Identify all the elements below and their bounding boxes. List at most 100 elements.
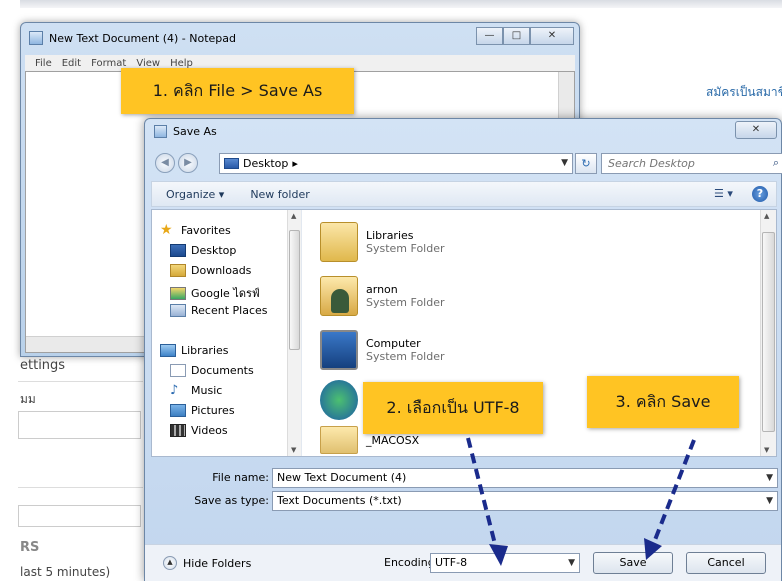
file-name: arnon (366, 283, 398, 296)
nav-item-desktop[interactable]: Desktop (170, 244, 236, 257)
file-name-input[interactable]: New Text Document (4) ▼ (272, 468, 778, 488)
nav-label: Google ไดรฟ์ (191, 287, 260, 300)
register-link[interactable]: สมัครเป็นสมาชิก (706, 83, 782, 102)
browser-edge (20, 0, 782, 8)
libraries-folder-icon (320, 222, 358, 262)
back-button[interactable]: ◀ (155, 153, 175, 173)
google-drive-icon (170, 286, 186, 300)
desktop-icon (170, 244, 186, 257)
chevron-up-icon: ▲ (163, 556, 177, 570)
nav-label: Documents (191, 364, 254, 377)
dialog-toolbar: Organize ▾ New folder ☰ ▾ ? (151, 181, 777, 207)
nav-favorites[interactable]: ★ Favorites (160, 223, 231, 237)
menu-file[interactable]: File (35, 58, 52, 69)
scroll-thumb[interactable] (762, 232, 775, 432)
chevron-down-icon[interactable]: ▼ (568, 554, 575, 572)
maximize-button[interactable]: □ (503, 27, 530, 45)
nav-item-downloads[interactable]: Downloads (170, 264, 251, 277)
downloads-icon (170, 264, 186, 277)
scroll-up-icon[interactable]: ▲ (291, 212, 296, 220)
dialog-icon (154, 125, 167, 138)
address-separator[interactable]: ▸ (292, 157, 298, 170)
pictures-icon (170, 404, 186, 417)
background-input[interactable] (18, 411, 141, 439)
menu-view[interactable]: View (136, 58, 160, 69)
desktop-folder-icon (224, 158, 239, 169)
search-input[interactable] (602, 154, 752, 173)
file-item-computer[interactable]: Computer System Folder (320, 330, 445, 370)
scroll-down-icon[interactable]: ▼ (764, 446, 769, 454)
nav-scrollbar[interactable]: ▲ ▼ (287, 210, 301, 456)
menu-edit[interactable]: Edit (62, 58, 81, 69)
file-type: System Folder (366, 296, 445, 309)
background-input[interactable] (18, 505, 141, 527)
dialog-footer: ▲ Hide Folders Encoding: UTF-8 ▼ Save Ca… (145, 544, 781, 581)
save-type-label: Save as type: (194, 494, 269, 507)
window-controls: — □ ✕ (476, 27, 574, 45)
view-options-icon[interactable]: ☰ ▾ (714, 187, 738, 203)
nav-item-videos[interactable]: Videos (170, 424, 228, 437)
nav-label: Favorites (181, 224, 231, 237)
time-text: last 5 minutes) (20, 565, 111, 579)
settings-text: ettings (20, 358, 66, 373)
refresh-button[interactable]: ↻ (575, 153, 597, 174)
menu-help[interactable]: Help (170, 58, 193, 69)
callout-text: 1. คลิก File > Save As (152, 81, 323, 100)
close-button[interactable]: ✕ (530, 27, 574, 45)
cancel-button[interactable]: Cancel (686, 552, 766, 574)
search-icon[interactable]: ⌕ (773, 156, 779, 170)
nav-item-recent-places[interactable]: Recent Places (170, 304, 268, 317)
nav-libraries[interactable]: Libraries (160, 344, 229, 357)
hide-folders-button[interactable]: ▲ Hide Folders (163, 556, 251, 570)
new-folder-button[interactable]: New folder (250, 188, 309, 201)
help-icon[interactable]: ? (752, 186, 768, 202)
file-list-scrollbar[interactable]: ▲ ▼ (760, 210, 776, 456)
file-name-label: File name: (212, 471, 269, 484)
videos-icon (170, 424, 186, 437)
thai-label: มม (20, 392, 36, 406)
dialog-close-button[interactable]: ✕ (735, 121, 777, 139)
nav-label: Music (191, 384, 223, 397)
callout-step-2: 2. เลือกเป็น UTF-8 (363, 382, 543, 434)
chevron-down-icon[interactable]: ▼ (561, 158, 568, 168)
chevron-down-icon[interactable]: ▼ (766, 469, 773, 487)
file-name-value[interactable]: New Text Document (4) (277, 471, 406, 484)
file-item-arnon[interactable]: arnon System Folder (320, 276, 445, 316)
encoding-select[interactable]: UTF-8 ▼ (430, 553, 580, 573)
search-box[interactable]: ⌕ (601, 153, 782, 174)
dialog-title: Save As (173, 125, 217, 138)
file-item-network[interactable] (320, 380, 358, 420)
minimize-button[interactable]: — (476, 27, 503, 45)
nav-label: Desktop (191, 244, 237, 257)
nav-item-google-drive[interactable]: Google ไดรฟ์ (170, 284, 260, 302)
network-icon (320, 380, 358, 420)
scroll-down-icon[interactable]: ▼ (291, 446, 296, 454)
file-type: System Folder (366, 242, 445, 255)
forward-button[interactable]: ▶ (178, 153, 198, 173)
nav-item-documents[interactable]: Documents (170, 364, 254, 377)
nav-item-music[interactable]: ♪ Music (170, 384, 222, 397)
save-button[interactable]: Save (593, 552, 673, 574)
notepad-icon (29, 31, 43, 45)
save-type-select[interactable]: Text Documents (*.txt) ▼ (272, 491, 778, 511)
save-type-value[interactable]: Text Documents (*.txt) (277, 494, 402, 507)
organize-button[interactable]: Organize ▾ (166, 188, 224, 201)
folder-icon (320, 426, 358, 454)
menu-format[interactable]: Format (91, 58, 126, 69)
libraries-icon (160, 344, 176, 357)
nav-item-pictures[interactable]: Pictures (170, 404, 235, 417)
user-folder-icon (320, 276, 358, 316)
music-icon: ♪ (170, 383, 179, 398)
scroll-thumb[interactable] (289, 230, 300, 350)
save-as-dialog: Save As ✕ ◀ ▶ Desktop ▸ ▼ ↻ ⌕ Organize ▾… (144, 118, 782, 581)
address-location[interactable]: Desktop (243, 157, 288, 170)
address-bar[interactable]: Desktop ▸ ▼ (219, 153, 573, 174)
file-item-libraries[interactable]: Libraries System Folder (320, 222, 445, 262)
scroll-up-icon[interactable]: ▲ (764, 212, 769, 220)
nav-label: Libraries (181, 344, 229, 357)
documents-icon (170, 364, 186, 377)
chevron-down-icon[interactable]: ▼ (766, 492, 773, 510)
encoding-value[interactable]: UTF-8 (435, 556, 467, 569)
recent-places-icon (170, 304, 186, 317)
nav-label: Videos (191, 424, 228, 437)
